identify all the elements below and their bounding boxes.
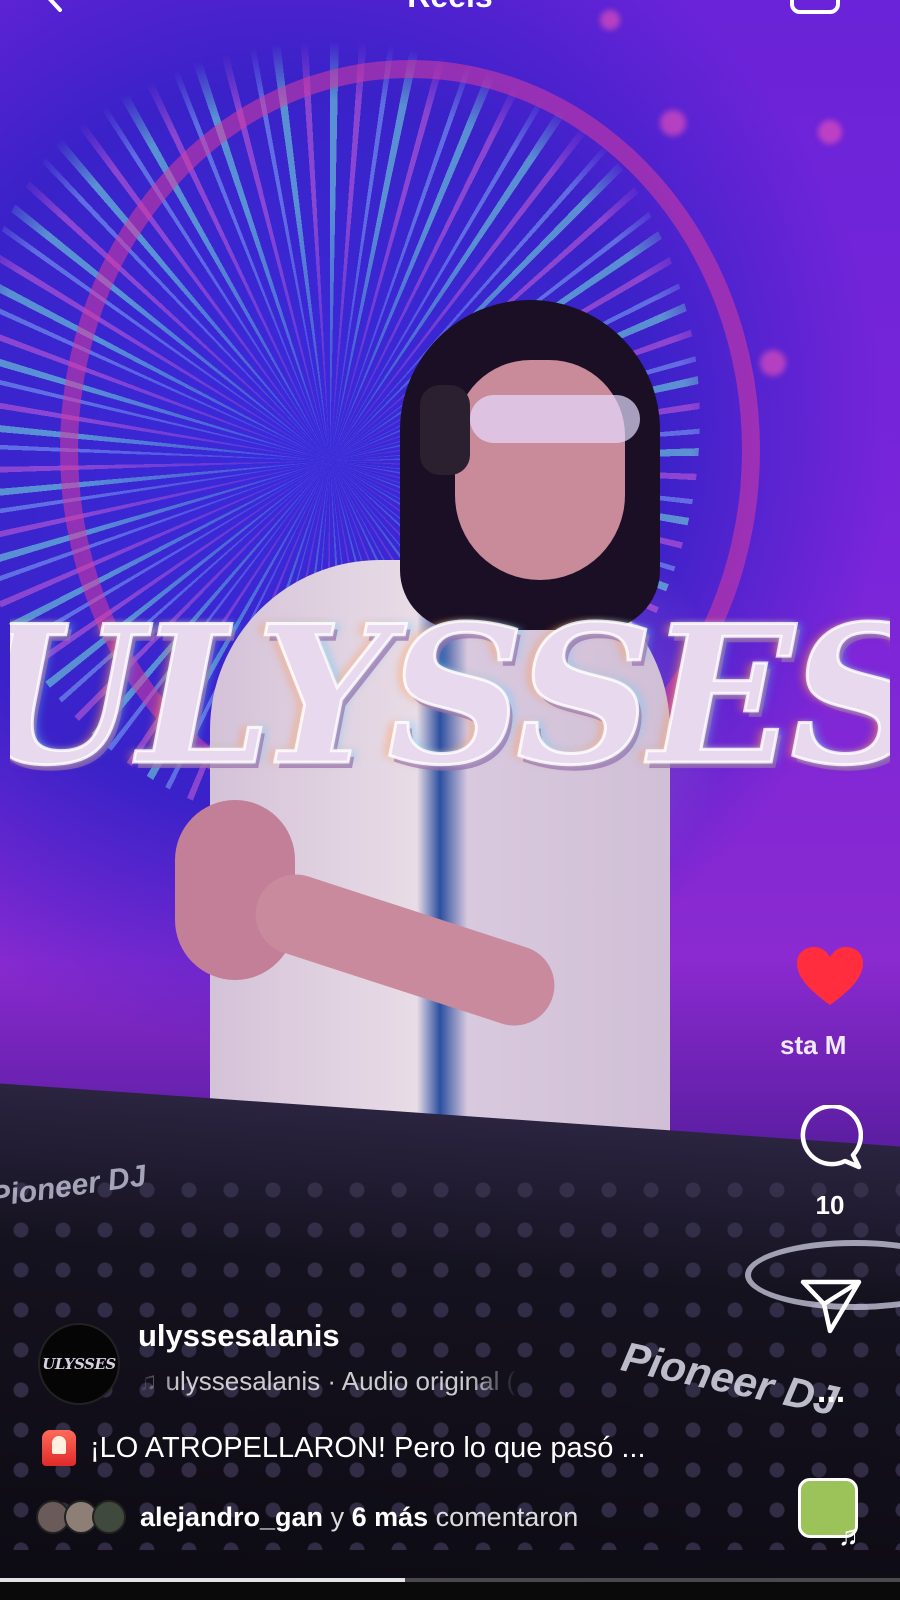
- commenter-username: alejandro_gan: [140, 1501, 324, 1532]
- dj-face: [455, 360, 625, 580]
- camera-icon[interactable]: [790, 0, 840, 14]
- bokeh-light: [660, 110, 686, 136]
- page-title: Reels: [0, 0, 900, 15]
- music-note-icon: ♫: [138, 1366, 158, 1396]
- comments-connector: y: [330, 1501, 345, 1532]
- comments-more-count: 6 más: [351, 1501, 429, 1532]
- comment-icon[interactable]: [797, 1105, 863, 1171]
- comments-summary[interactable]: alejandro_gan y 6 más comentaron: [36, 1500, 578, 1534]
- reel-video[interactable]: Pioneer DJ Pioneer DJ ULYSSES Reels sta …: [0, 0, 900, 1600]
- ulysses-chrome-title: ULYSSES: [10, 585, 890, 805]
- avatar-logo: ULYSSES: [42, 1355, 116, 1373]
- bokeh-light: [818, 120, 842, 144]
- comments-suffix: comentaron: [435, 1501, 579, 1532]
- author-username[interactable]: ulyssesalanis: [138, 1318, 340, 1354]
- caption[interactable]: ¡LO ATROPELLARON! Pero lo que pasó ...: [42, 1430, 646, 1466]
- glasses: [470, 395, 640, 443]
- caption-text: ¡LO ATROPELLARON! Pero lo que pasó ...: [90, 1431, 646, 1464]
- comments-summary-text: alejandro_gan y 6 más comentaron: [140, 1502, 578, 1533]
- music-note-icon: ♫: [838, 1520, 859, 1551]
- siren-icon: [42, 1430, 76, 1466]
- audio-attribution[interactable]: ♫ ulyssesalanis · Audio original (p: [138, 1366, 518, 1400]
- author-avatar[interactable]: ULYSSES: [38, 1323, 120, 1405]
- bottom-strip: [0, 1582, 900, 1600]
- more-options-icon[interactable]: ...: [806, 1374, 856, 1408]
- send-icon[interactable]: [800, 1278, 862, 1334]
- commenter-avatar: [92, 1500, 126, 1534]
- bokeh-light: [760, 350, 786, 376]
- controller-knobs: [0, 1170, 900, 1550]
- heart-icon[interactable]: [795, 945, 865, 1007]
- like-label: sta M: [780, 1030, 847, 1060]
- audio-text: ulyssesalanis · Audio original (p: [165, 1366, 519, 1396]
- headphones: [420, 385, 470, 475]
- comment-count: 10: [815, 1190, 845, 1220]
